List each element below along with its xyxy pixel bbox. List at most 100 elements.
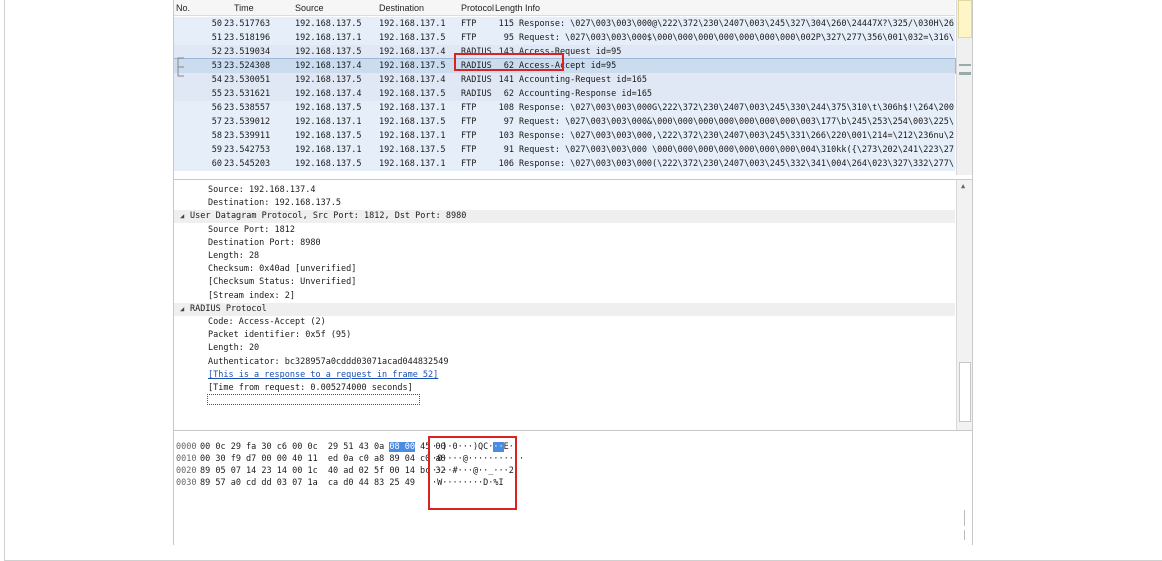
highlight-box-access-accept: [454, 53, 564, 71]
cell-destination: 192.168.137.5: [379, 33, 446, 43]
detail-field[interactable]: Length: 28: [174, 250, 955, 263]
packet-row[interactable]: 54 23.530051 192.168.137.5 192.168.137.4 RAD…: [174, 73, 955, 87]
detail-text: Authenticator: bc328957a0cddd03071acad04…: [208, 356, 449, 367]
cell-destination: 192.168.137.4: [379, 47, 446, 57]
packet-row[interactable]: 51 23.518196 192.168.137.1 192.168.137.5 FTP…: [174, 31, 955, 45]
bytes-scroll-tick: [964, 510, 965, 526]
byte-hex-row[interactable]: 89 05 07 14 23 14 00 1c 40 ad 02 5f 00 1…: [200, 465, 446, 477]
detail-text: Length: 20: [208, 343, 260, 354]
column-header-source[interactable]: Source: [295, 3, 324, 13]
detail-field[interactable]: [This is a response to a request in fram…: [174, 369, 955, 382]
column-header-info[interactable]: Info: [525, 3, 540, 13]
cell-no: 59: [211, 145, 222, 155]
response-frame-link[interactable]: [This is a response to a request in fram…: [208, 370, 438, 380]
packet-row[interactable]: 55 23.531621 192.168.137.4 192.168.137.5 RAD…: [174, 87, 955, 101]
cell-info: Request: \027\003\003\000$\000\000\000\0…: [519, 33, 954, 43]
cell-time: 23.542753: [224, 145, 271, 155]
scroll-marker: [959, 64, 971, 66]
packet-row[interactable]: 57 23.539012 192.168.137.1 192.168.137.5 FTP…: [174, 115, 955, 129]
packet-row[interactable]: 59 23.542753 192.168.137.1 192.168.137.5 FTP…: [174, 143, 955, 157]
detail-field[interactable]: [Stream index: 2]: [174, 290, 955, 303]
packet-row[interactable]: 52 23.519034 192.168.137.5 192.168.137.4 RAD…: [174, 45, 955, 59]
detail-text: [Checksum Status: Unverified]: [208, 277, 357, 288]
packet-row[interactable]: 50 23.517763 192.168.137.5 192.168.137.1 FTP…: [174, 17, 955, 31]
detail-field[interactable]: Source: 192.168.137.4: [174, 184, 955, 197]
packet-row[interactable]: 58 23.539911 192.168.137.5 192.168.137.1 FTP…: [174, 129, 955, 143]
packet-details-scrollbar[interactable]: ▲: [956, 180, 972, 430]
cell-info: Accounting-Response id=165: [519, 89, 653, 99]
detail-field[interactable]: Length: 20: [174, 342, 955, 355]
cell-time: 23.539012: [224, 117, 271, 127]
detail-field[interactable]: Destination: 192.168.137.5: [174, 197, 955, 210]
cell-length: 115: [498, 19, 514, 29]
byte-hex-row[interactable]: 00 0c 29 fa 30 c6 00 0c 29 51 43 0a 08 0…: [200, 441, 446, 453]
detail-field[interactable]: Authenticator: bc328957a0cddd03071acad04…: [174, 356, 955, 369]
detail-section-header[interactable]: ◢ User Datagram Protocol, Src Port: 1812,…: [174, 210, 955, 224]
cell-length: 108: [498, 103, 514, 113]
packet-list-scroll-thumb[interactable]: [958, 0, 972, 38]
detail-field[interactable]: Code: Access-Accept (2): [174, 316, 955, 329]
cell-time: 23.530051: [224, 75, 271, 85]
column-header-destination[interactable]: Destination: [379, 3, 424, 13]
cell-time: 23.519034: [224, 47, 271, 57]
cell-no: 53: [211, 61, 222, 71]
cell-info: Access-Accept id=95: [519, 61, 617, 71]
column-header-no[interactable]: No.: [176, 3, 190, 13]
column-header-protocol[interactable]: Protocol: [461, 3, 494, 13]
column-header-length[interactable]: Length: [495, 3, 523, 13]
packet-list-header: No. Time Source Destination Protocol Len…: [174, 0, 955, 16]
packet-row[interactable]: 60 23.545203 192.168.137.5 192.168.137.1 FTP…: [174, 157, 955, 171]
cell-no: 56: [211, 103, 222, 113]
detail-text: [Time from request: 0.005274000 seconds]: [208, 383, 413, 393]
detail-field[interactable]: Packet identifier: 0x5f (95): [174, 329, 955, 342]
cell-length: 103: [498, 131, 514, 141]
bytes-scroll-tick: [964, 530, 965, 540]
detail-field[interactable]: Source Port: 1812: [174, 224, 955, 237]
cell-source: 192.168.137.1: [295, 117, 362, 127]
cell-info: Response: \027\003\003\000,\222\372\230\…: [519, 131, 954, 141]
byte-hex-text: 00 0c 29 fa 30 c6 00 0c 29 51 43 0a: [200, 442, 390, 452]
cell-length: 141: [498, 75, 514, 85]
cell-time: 23.517763: [224, 19, 271, 29]
cell-destination: 192.168.137.5: [379, 117, 446, 127]
outer-frame-left: [4, 0, 5, 561]
detail-field[interactable]: [Checksum Status: Unverified]: [174, 276, 955, 289]
expander-open-icon[interactable]: ◢: [180, 303, 190, 316]
packet-list-scrollbar[interactable]: ▲: [956, 0, 972, 175]
cell-time: 23.539911: [224, 131, 271, 141]
packet-details-scroll-thumb[interactable]: [959, 362, 971, 422]
detail-text: [Stream index: 2]: [208, 290, 295, 301]
cell-no: 54: [211, 75, 222, 85]
packet-row[interactable]: 53 23.524308 192.168.137.4 192.168.137.5 RAD…: [174, 58, 956, 74]
detail-text: Packet identifier: 0x5f (95): [208, 330, 352, 341]
detail-text: User Datagram Protocol, Src Port: 1812, …: [190, 211, 467, 222]
detail-field[interactable]: Destination Port: 8980: [174, 237, 955, 250]
cell-destination: 192.168.137.1: [379, 19, 446, 29]
cell-info: Access-Request id=95: [519, 47, 622, 57]
cell-length: 106: [498, 159, 514, 169]
byte-offset: 0010: [176, 454, 197, 464]
cell-time: 23.524308: [224, 61, 271, 71]
byte-hex-text: 00 30 f9 d7 00 00 40 11 ed 0a c0 a8 89 0…: [200, 454, 446, 464]
cell-destination: 192.168.137.4: [379, 75, 446, 85]
detail-text: Destination: 192.168.137.5: [208, 198, 342, 209]
byte-hex-row[interactable]: 00 30 f9 d7 00 00 40 11 ed 0a c0 a8 89 0…: [200, 453, 446, 465]
cell-no: 57: [211, 117, 222, 127]
cell-no: 50: [211, 19, 222, 29]
byte-hex-text: 89 05 07 14 23 14 00 1c 40 ad 02 5f 00 1…: [200, 466, 446, 476]
byte-hex-highlight: 08 00: [389, 442, 415, 452]
cell-destination: 192.168.137.5: [379, 145, 446, 155]
cell-no: 51: [211, 33, 222, 43]
cell-length: 95: [503, 33, 514, 43]
column-header-time[interactable]: Time: [234, 3, 254, 13]
byte-offset: 0000: [176, 442, 197, 452]
detail-section-header[interactable]: ◢ RADIUS Protocol: [174, 302, 955, 316]
scroll-up-icon[interactable]: ▲: [961, 182, 965, 190]
packet-row[interactable]: 56 23.538557 192.168.137.5 192.168.137.1 FTP…: [174, 101, 955, 115]
detail-text: Code: Access-Accept (2): [208, 317, 326, 327]
byte-hex-row[interactable]: 89 57 a0 cd dd 03 07 1a ca d0 44 83 25 4…: [200, 477, 415, 489]
highlight-box-ascii-bytes: [428, 436, 517, 510]
detail-field[interactable]: Checksum: 0x40ad [unverified]: [174, 263, 955, 276]
expander-open-icon[interactable]: ◢: [180, 210, 190, 223]
detail-text: Length: 28: [208, 251, 260, 261]
